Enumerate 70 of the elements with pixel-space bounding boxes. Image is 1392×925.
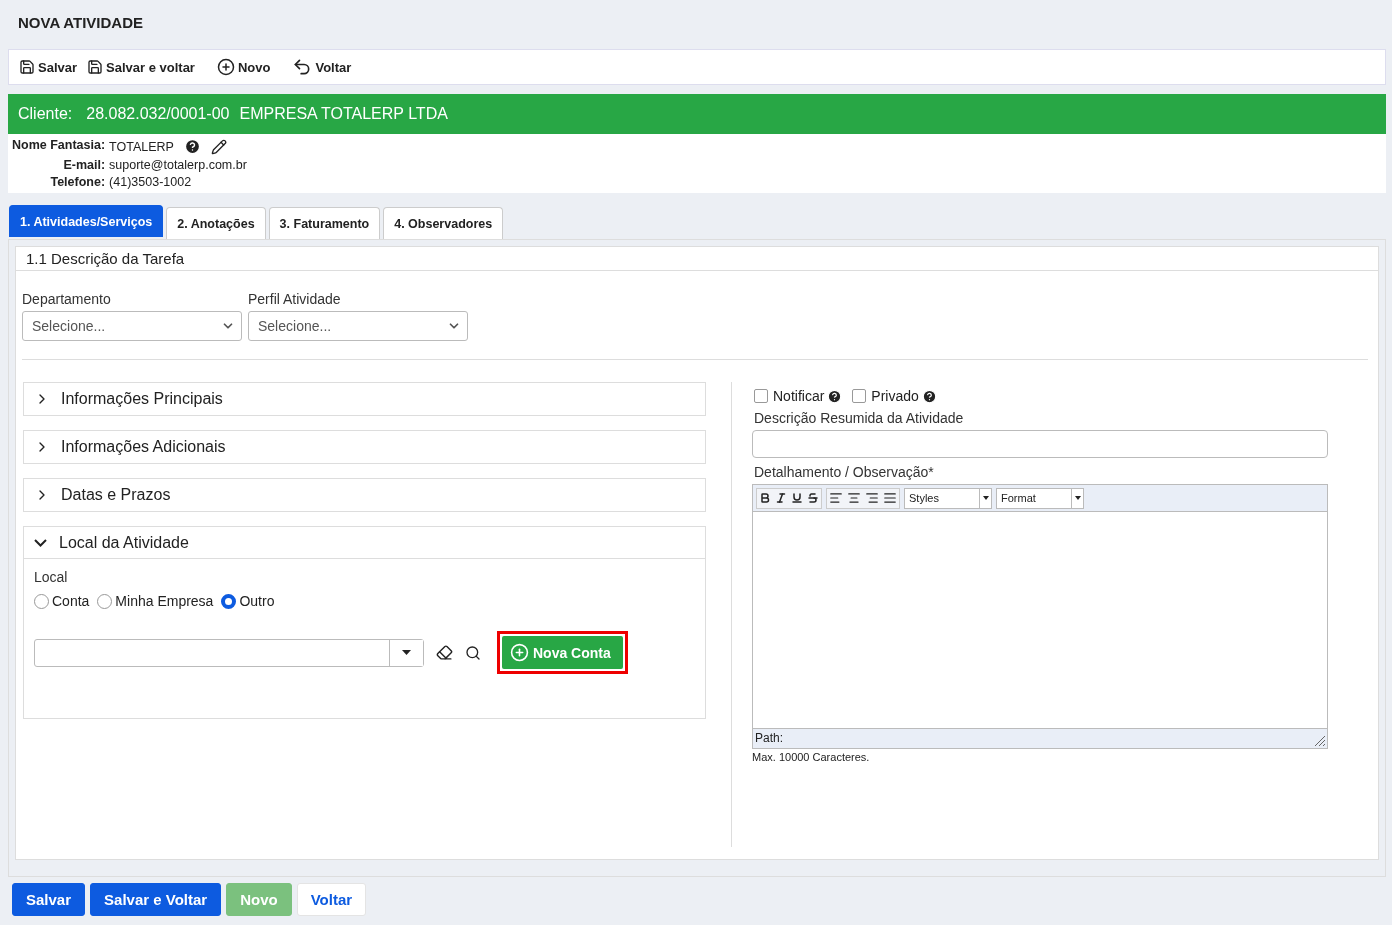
field-label: Perfil Atividade [248,291,342,307]
tab[interactable]: 4. Observadores [383,207,504,239]
page-title: NOVA ATIVIDADE [17,13,144,33]
styles-dropdown[interactable]: Styles [904,487,992,509]
search-icon[interactable] [465,644,481,661]
checkbox-option[interactable]: Notificar [754,388,843,404]
align-left-icon[interactable] [829,491,843,505]
field-label: Descrição Resumida da Atividade [754,410,965,426]
align-center-icon[interactable] [847,491,861,505]
tab[interactable]: 3. Faturamento [268,207,381,239]
detail-value: (41)3503-1002 [109,175,192,189]
help-icon[interactable] [921,388,937,404]
detail-label: E-mail: [62,158,106,172]
align-justify-icon[interactable] [883,491,897,505]
underline-icon[interactable] [791,492,803,504]
tab[interactable]: 2. Anotações [166,207,266,239]
save-icon [87,59,104,75]
help-icon[interactable] [827,388,843,404]
radio-option[interactable]: Outro [221,593,275,609]
field-label: Local [34,569,69,585]
client-label: Cliente: [18,105,73,123]
character-limit-note: Max. 10000 Caracteres. [752,751,871,763]
plus-circle-icon [510,643,529,662]
detail-value: suporte@totalerp.com.br [109,158,247,172]
footer-button[interactable]: Voltar [296,883,367,916]
field-label: Detalhamento / Observação* [754,464,935,480]
resize-handle-icon[interactable] [1315,736,1325,746]
checkbox[interactable] [754,389,768,403]
plus-circle-icon [216,58,235,76]
radio-option[interactable]: Minha Empresa [97,593,214,609]
select-field[interactable]: Selecione... [248,311,468,341]
input-field[interactable] [752,430,1328,458]
save-icon [19,59,35,75]
toolbar-button[interactable]: Novo [216,58,271,76]
footer-button[interactable]: Salvar [12,883,86,916]
toolbar-button[interactable]: Voltar [292,57,352,77]
detail-label: Nome Fantasia: [12,138,106,154]
checkbox-option[interactable]: Privado [852,388,937,404]
footer-button[interactable]: Salvar e Voltar [90,883,222,916]
eraser-icon[interactable] [436,644,453,661]
edit-icon[interactable] [210,138,227,155]
section-title: 1.1 Descrição da Tarefa [16,247,1378,271]
caret-icon [402,650,411,655]
radio-button[interactable] [34,593,49,609]
select-field[interactable]: Selecione... [22,311,242,341]
strikethrough-icon[interactable] [807,492,819,504]
toolbar-button[interactable]: Salvar e voltar [87,59,195,75]
align-right-icon[interactable] [865,491,879,505]
radio-option[interactable]: Conta [34,593,90,609]
radio-button[interactable] [221,593,237,609]
tab[interactable]: 1. Atividades/Serviços [9,205,164,237]
caret-icon [982,496,989,500]
rich-text-editor[interactable]: Styles Format Path: [752,484,1328,749]
field-label: Departamento [22,291,112,307]
path-label: Path: [755,731,784,746]
detail-label: Telefone: [49,175,106,189]
client-document: 28.082.032/0001-00 [86,105,230,123]
caret-icon [1074,496,1081,500]
help-icon[interactable] [183,138,201,155]
bold-icon[interactable] [759,492,771,504]
radio-button[interactable] [97,593,113,609]
toolbar-button[interactable]: Salvar [19,59,78,75]
dropdown-button[interactable] [389,639,423,666]
combo-field[interactable] [34,638,424,667]
chevron-down-icon [34,538,47,547]
format-dropdown[interactable]: Format [996,487,1084,509]
detail-value: TOTALERP [109,139,174,154]
client-name: EMPRESA TOTALERP LTDA [239,105,448,123]
checkbox[interactable] [852,389,867,403]
italic-icon[interactable] [775,492,787,504]
